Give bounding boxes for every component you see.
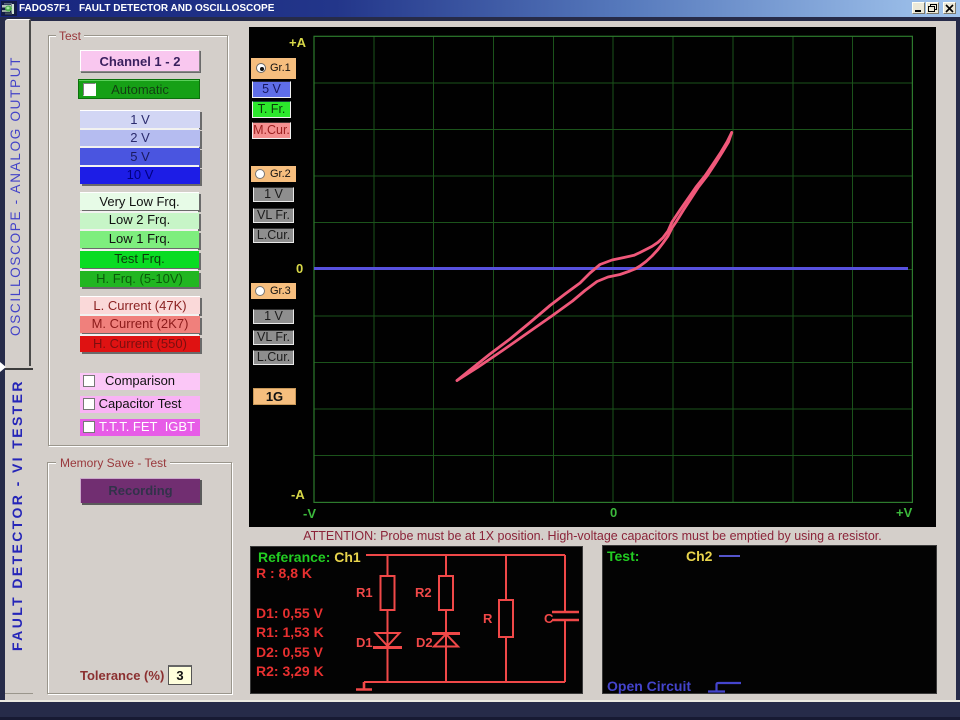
svg-text:D2: D2	[416, 635, 433, 650]
svg-text:D1: D1	[356, 635, 373, 650]
svg-text:R: R	[483, 611, 493, 626]
svg-text:R2: R2	[415, 585, 432, 600]
svg-text:C: C	[544, 611, 554, 626]
svg-text:R1: R1	[356, 585, 373, 600]
